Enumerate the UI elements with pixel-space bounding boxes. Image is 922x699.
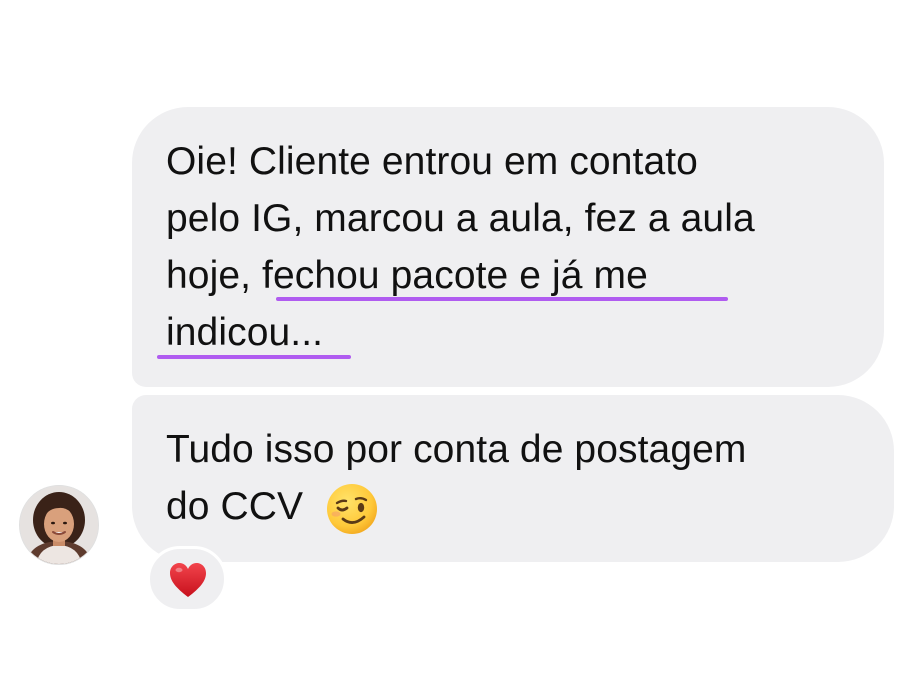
winking-face-icon <box>327 484 377 534</box>
message-text-line: do CCV <box>166 485 304 528</box>
message-text-line: indicou... <box>166 311 324 354</box>
chat-screenshot: Oie! Cliente entrou em contato pelo IG, … <box>0 0 922 699</box>
heart-icon <box>170 563 206 597</box>
highlight-underline <box>276 297 728 301</box>
avatar-photo <box>20 486 98 564</box>
avatar[interactable] <box>19 485 99 565</box>
message-text-line: Tudo isso por conta de postagem <box>166 428 747 471</box>
reaction-badge[interactable] <box>147 546 227 612</box>
message-text-line: hoje, fechou pacote e já me <box>166 254 648 297</box>
highlight-underline <box>157 355 351 359</box>
message-text-line: pelo IG, marcou a aula, fez a aula <box>166 197 755 240</box>
message-text-line: Oie! Cliente entrou em contato <box>166 140 698 183</box>
